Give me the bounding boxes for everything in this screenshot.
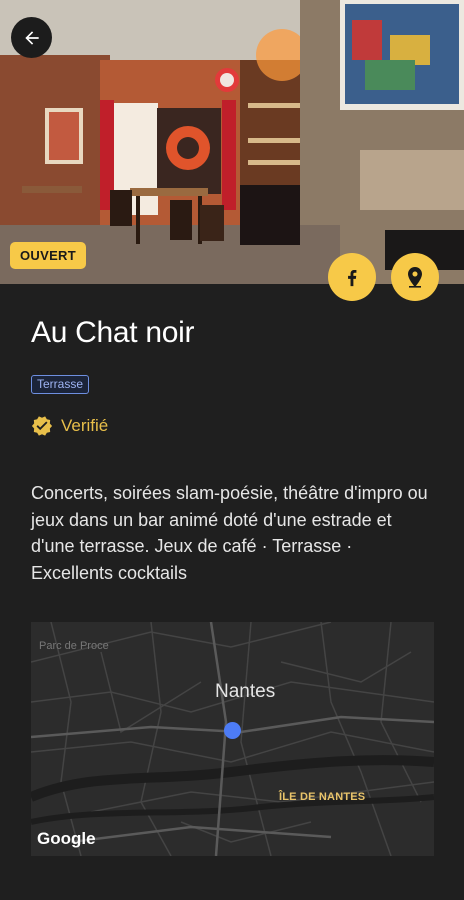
arrow-left-icon: [24, 30, 39, 45]
location-map[interactable]: Parc de Proce Nantes ÎLE DE NANTES Googl…: [31, 622, 434, 856]
verified-badge-icon: [31, 416, 53, 436]
back-button[interactable]: [11, 17, 52, 58]
map-roads: [31, 622, 434, 856]
facebook-icon: [348, 269, 357, 287]
google-logo: Google: [37, 829, 96, 848]
verified-status: Verifié: [31, 415, 108, 437]
location-button[interactable]: [391, 253, 439, 301]
map-park-label: Parc de Proce: [39, 640, 109, 652]
tag-terrasse: Terrasse: [31, 375, 90, 394]
map-district-label: ÎLE DE NANTES: [279, 791, 366, 803]
map-city-label: Nantes: [215, 681, 276, 702]
hero-photo: OUVERT: [0, 0, 464, 284]
location-pin-icon: [224, 722, 241, 739]
place-title: Au Chat noir: [31, 316, 195, 349]
facebook-button[interactable]: [328, 253, 376, 301]
open-status-badge: OUVERT: [10, 242, 86, 269]
verified-label: Verifié: [61, 416, 109, 435]
map-pin-icon: [408, 267, 422, 288]
place-description: Concerts, soirées slam-poésie, théâtre d…: [31, 483, 428, 583]
